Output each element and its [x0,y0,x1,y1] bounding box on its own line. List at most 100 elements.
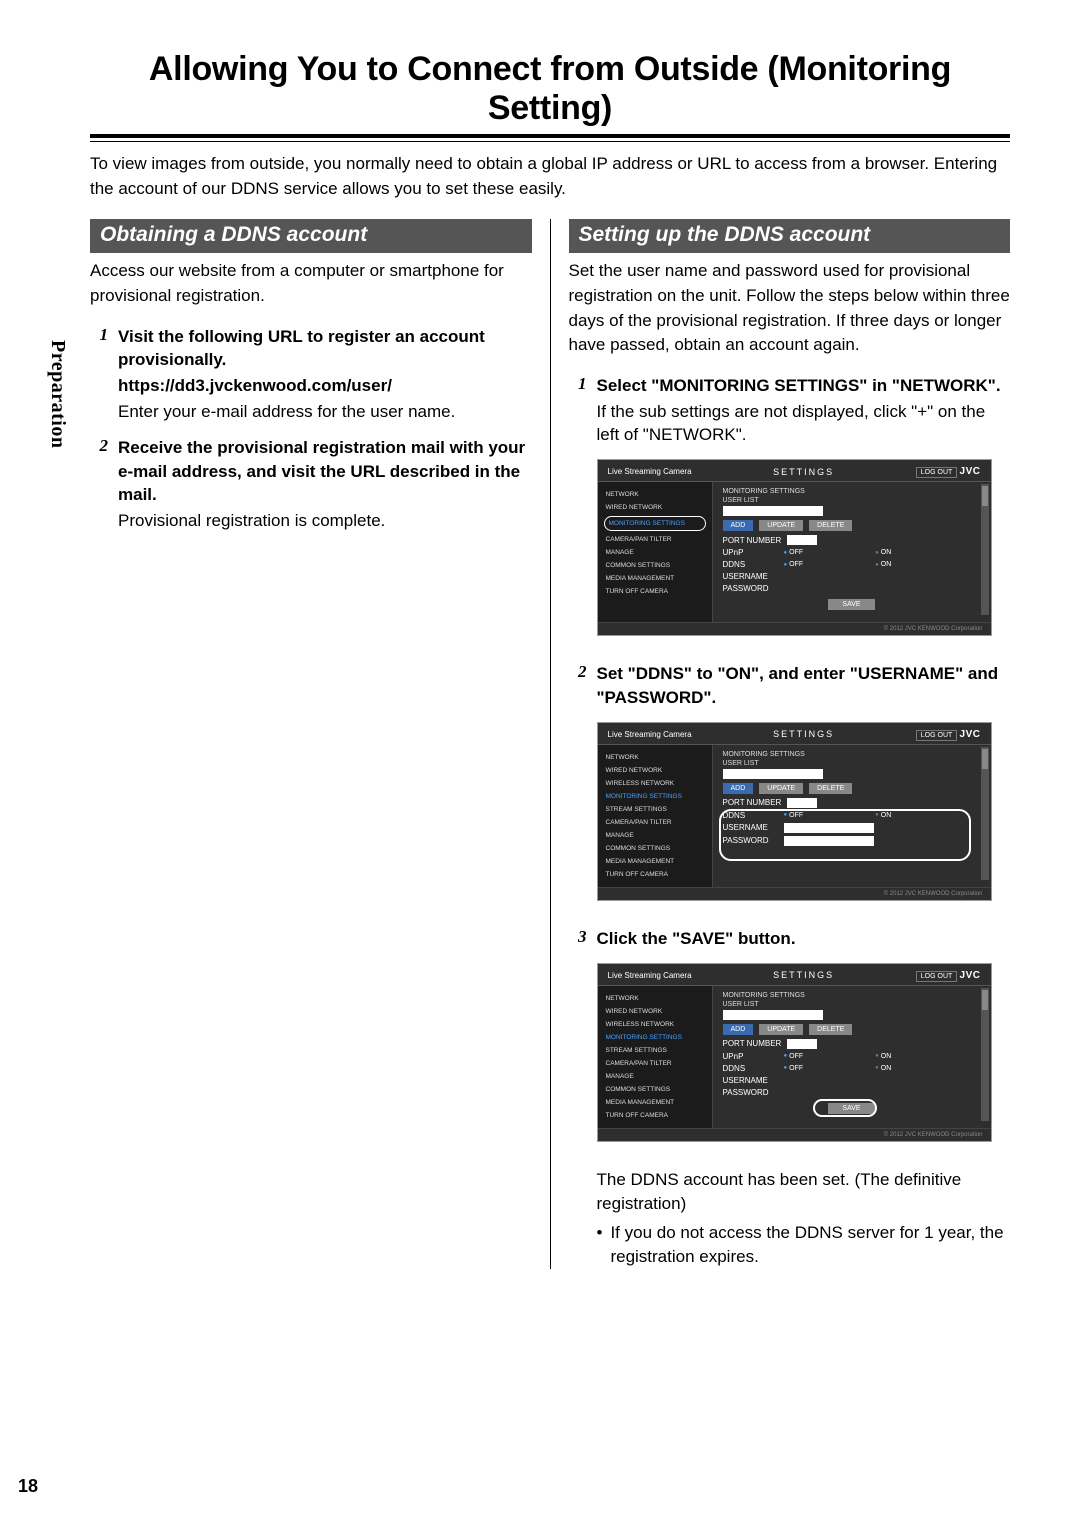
step-number: 1 [569,374,587,447]
side-camfilter[interactable]: CAMERA/PAN TILTER [604,816,706,829]
side-wireless[interactable]: WIRELESS NETWORK [604,1018,706,1031]
shot-user-input[interactable] [723,506,823,516]
section-header-setup: Setting up the DDNS account [569,219,1011,253]
side-network[interactable]: NETWORK [604,751,706,764]
side-media[interactable]: MEDIA MANAGEMENT [604,1096,706,1109]
shot-product: Live Streaming Camera [608,467,692,476]
shot-scrollbar[interactable] [981,747,989,880]
step-url: https://dd3.jvckenwood.com/user/ [118,374,532,398]
side-wired[interactable]: WIRED NETWORK [604,501,706,514]
side-common[interactable]: COMMON SETTINGS [604,842,706,855]
shot-add-btn[interactable]: ADD [723,520,754,531]
side-monitoring[interactable]: MONITORING SETTINGS [604,1031,706,1044]
side-manage[interactable]: MANAGE [604,829,706,842]
shot-ddns-off[interactable]: OFF [784,561,804,568]
left-step-2: 2 Receive the provisional registration m… [90,436,532,533]
side-camfilter[interactable]: CAMERA/PAN TILTER [604,1057,706,1070]
shot-user-input[interactable] [723,769,823,779]
shot-product: Live Streaming Camera [608,971,692,980]
shot-userlist: USER LIST [723,1001,981,1008]
shot-ddns-on[interactable]: ON [875,1065,891,1072]
shot-port-input[interactable] [787,798,817,808]
screenshot-1: Live Streaming Camera SETTINGS LOG OUT J… [597,459,992,636]
side-common[interactable]: COMMON SETTINGS [604,559,706,572]
shot-update-btn[interactable]: UPDATE [759,1024,803,1035]
shot-settings-title: SETTINGS [773,729,834,739]
shot-scrollbar[interactable] [981,484,989,615]
shot-port-input[interactable] [787,535,817,545]
side-manage[interactable]: MANAGE [604,1070,706,1083]
side-turnoff[interactable]: TURN OFF CAMERA [604,585,706,598]
side-wired[interactable]: WIRED NETWORK [604,764,706,777]
shot-upnp: UPnP [723,1052,778,1061]
shot-user-input[interactable] [723,1010,823,1020]
shot-upnp-off[interactable]: OFF [784,549,804,556]
shot-mon-settings: MONITORING SETTINGS [723,751,981,758]
shot-port-input[interactable] [787,1039,817,1049]
shot-ddns-on[interactable]: ON [875,561,891,568]
shot-upnp: UPnP [723,548,778,557]
intro-paragraph: To view images from outside, you normall… [90,152,1010,201]
step-note: Enter your e-mail address for the user n… [118,400,532,424]
shot-delete-btn[interactable]: DELETE [809,1024,852,1035]
shot-update-btn[interactable]: UPDATE [759,520,803,531]
shot-delete-btn[interactable]: DELETE [809,783,852,794]
step3-after: The DDNS account has been set. (The defi… [597,1168,1011,1217]
side-stream[interactable]: STREAM SETTINGS [604,803,706,816]
shot-ddns-off[interactable]: OFF [784,1065,804,1072]
shot-product: Live Streaming Camera [608,730,692,739]
shot-upnp-on[interactable]: ON [875,1053,891,1060]
shot-add-btn[interactable]: ADD [723,1024,754,1035]
shot-username: USERNAME [723,572,768,581]
shot-save-btn[interactable]: SAVE [828,599,874,610]
shot-portnumber: PORT NUMBER [723,798,782,807]
shot-portnumber: PORT NUMBER [723,536,782,545]
side-network[interactable]: NETWORK [604,992,706,1005]
shot-password: PASSWORD [723,1088,769,1097]
side-common[interactable]: COMMON SETTINGS [604,1083,706,1096]
shot-brand: JVC [960,466,981,477]
side-monitoring[interactable]: MONITORING SETTINGS [604,790,706,803]
highlight-box-ddns [719,809,971,861]
step-sub: If the sub settings are not displayed, c… [597,400,1011,448]
screenshot-3: Live Streaming Camera SETTINGS LOG OUT J… [597,963,992,1142]
side-media[interactable]: MEDIA MANAGEMENT [604,855,706,868]
shot-logout[interactable]: LOG OUT [916,467,958,478]
shot-logout[interactable]: LOG OUT [916,730,958,741]
step-title: Set "DDNS" to "ON", and enter "USERNAME"… [597,662,1011,710]
step-title: Click the "SAVE" button. [597,927,1011,951]
shot-mon-settings: MONITORING SETTINGS [723,488,981,495]
side-camfilter[interactable]: CAMERA/PAN TILTER [604,533,706,546]
side-manage[interactable]: MANAGE [604,546,706,559]
shot-delete-btn[interactable]: DELETE [809,520,852,531]
step-number: 2 [90,436,108,533]
shot-upnp-on[interactable]: ON [875,549,891,556]
side-monitoring-highlight[interactable]: MONITORING SETTINGS [604,516,706,531]
right-column: Setting up the DDNS account Set the user… [569,219,1011,1268]
shot-password: PASSWORD [723,584,769,593]
shot-userlist: USER LIST [723,760,981,767]
page-title: Allowing You to Connect from Outside (Mo… [90,50,1010,128]
shot-upnp-off[interactable]: OFF [784,1053,804,1060]
shot-mon-settings: MONITORING SETTINGS [723,992,981,999]
highlight-box-save [813,1099,877,1117]
shot-copyright: © 2012 JVC KENWOOD Corporation [598,1128,991,1141]
side-turnoff[interactable]: TURN OFF CAMERA [604,868,706,881]
shot-add-btn[interactable]: ADD [723,783,754,794]
section-header-obtain: Obtaining a DDNS account [90,219,532,253]
shot-logout[interactable]: LOG OUT [916,971,958,982]
step-number: 3 [569,927,587,951]
side-network[interactable]: NETWORK [604,488,706,501]
left-lead: Access our website from a computer or sm… [90,259,532,308]
shot-scrollbar[interactable] [981,988,989,1121]
shot-portnumber: PORT NUMBER [723,1039,782,1048]
side-wired[interactable]: WIRED NETWORK [604,1005,706,1018]
side-stream[interactable]: STREAM SETTINGS [604,1044,706,1057]
side-wireless[interactable]: WIRELESS NETWORK [604,777,706,790]
side-turnoff[interactable]: TURN OFF CAMERA [604,1109,706,1122]
side-media[interactable]: MEDIA MANAGEMENT [604,572,706,585]
left-step-1: 1 Visit the following URL to register an… [90,325,532,424]
bullet-text: If you do not access the DDNS server for… [610,1221,1010,1269]
shot-settings-title: SETTINGS [773,467,834,477]
shot-update-btn[interactable]: UPDATE [759,783,803,794]
